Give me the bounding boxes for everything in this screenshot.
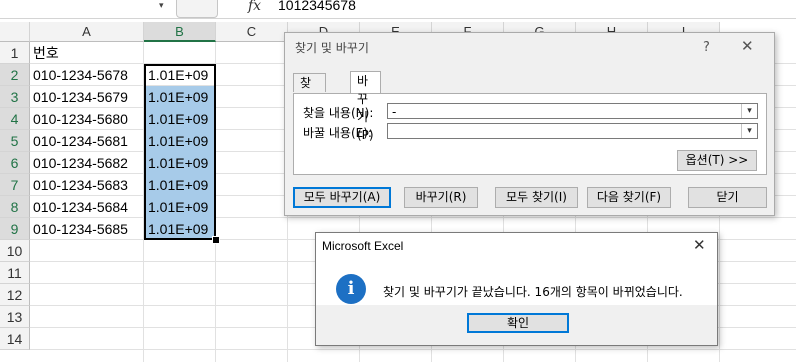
row-header[interactable]: 4 <box>0 108 30 130</box>
gridline <box>30 349 796 350</box>
replace-button[interactable]: 바꾸기(R) <box>404 187 478 208</box>
column-header-b[interactable]: B <box>144 22 216 42</box>
close-icon[interactable]: ✕ <box>693 236 706 254</box>
help-icon[interactable]: ? <box>703 40 710 55</box>
cell-a[interactable]: 010-1234-5678 <box>33 64 128 86</box>
cell-b[interactable] <box>146 42 216 64</box>
dialog-title: 찾기 및 바꾸기 <box>295 41 369 55</box>
row-header[interactable]: 8 <box>0 196 30 218</box>
cell-b[interactable]: 1.01E+09 <box>146 196 216 218</box>
cell-b[interactable] <box>146 262 216 284</box>
gridline <box>143 42 144 362</box>
find-what-input[interactable]: - ▾ <box>387 103 758 119</box>
cell-b[interactable]: 1.01E+09 <box>146 130 216 152</box>
cell-a[interactable]: 010-1234-5684 <box>33 196 128 218</box>
cell-b[interactable]: 1.01E+09 <box>146 218 216 240</box>
replace-with-input[interactable]: ▾ <box>387 123 758 139</box>
row-header[interactable]: 13 <box>0 306 30 328</box>
fill-handle[interactable] <box>212 236 220 244</box>
row-header[interactable]: 2 <box>0 64 30 86</box>
formula-input[interactable]: 1012345678 <box>278 0 356 13</box>
find-replace-dialog: 찾기 및 바꾸기 ? ✕ 찾기(D) 바꾸기(P) 찾을 내용(N): - ▾ … <box>284 32 775 216</box>
close-button[interactable]: 닫기 <box>688 187 767 208</box>
column-header-a[interactable]: A <box>30 22 144 42</box>
row-header[interactable]: 1 <box>0 42 30 64</box>
chevron-down-icon[interactable]: ▾ <box>741 104 757 118</box>
close-icon[interactable]: ✕ <box>741 37 754 55</box>
cell-a[interactable]: 010-1234-5679 <box>33 86 128 108</box>
find-next-button[interactable]: 다음 찾기(F) <box>587 187 671 208</box>
gridline <box>30 217 796 218</box>
formula-bar: ▾ fx 1012345678 <box>0 0 796 19</box>
name-box-dropdown-icon[interactable]: ▾ <box>159 1 164 11</box>
cell-b[interactable] <box>146 306 216 328</box>
cell-a[interactable]: 번호 <box>33 42 59 64</box>
cell-a[interactable]: 010-1234-5682 <box>33 152 128 174</box>
cell-a[interactable]: 010-1234-5683 <box>33 174 128 196</box>
cell-b[interactable]: 1.01E+09 <box>146 64 216 86</box>
column-header-c[interactable]: C <box>216 22 288 42</box>
cell-b[interactable] <box>146 328 216 350</box>
cell-a[interactable]: 010-1234-5685 <box>33 218 128 240</box>
cell-a[interactable]: 010-1234-5681 <box>33 130 128 152</box>
find-all-button[interactable]: 모두 찾기(I) <box>495 187 578 208</box>
ok-button[interactable]: 확인 <box>467 313 569 333</box>
cell-b[interactable]: 1.01E+09 <box>146 86 216 108</box>
find-what-value: - <box>392 105 397 119</box>
message-box-title: Microsoft Excel <box>322 239 404 253</box>
insert-function-icon[interactable]: fx <box>248 0 261 14</box>
cell-b[interactable]: 1.01E+09 <box>146 174 216 196</box>
row-header[interactable]: 11 <box>0 262 30 284</box>
replace-all-button[interactable]: 모두 바꾸기(A) <box>293 187 391 208</box>
row-header[interactable]: 6 <box>0 152 30 174</box>
row-header[interactable]: 5 <box>0 130 30 152</box>
cell-b[interactable] <box>146 240 216 262</box>
message-box: Microsoft Excel ✕ i 찾기 및 바꾸기가 끝났습니다. 16개… <box>315 232 718 346</box>
cell-b[interactable]: 1.01E+09 <box>146 152 216 174</box>
cell-a[interactable]: 010-1234-5680 <box>33 108 128 130</box>
row-header[interactable]: 10 <box>0 240 30 262</box>
select-all-corner[interactable] <box>0 22 30 42</box>
info-icon: i <box>336 274 366 304</box>
tab-replace[interactable]: 바꾸기(P) <box>350 71 381 142</box>
row-header[interactable]: 14 <box>0 328 30 350</box>
tab-find[interactable]: 찾기(D) <box>293 73 326 126</box>
row-header[interactable]: 12 <box>0 284 30 306</box>
message-box-footer: 확인 <box>316 305 717 345</box>
message-text: 찾기 및 바꾸기가 끝났습니다. 16개의 항목이 바뀌었습니다. <box>383 285 683 299</box>
formula-bar-buttons[interactable] <box>176 0 218 18</box>
row-header[interactable]: 3 <box>0 86 30 108</box>
cell-b[interactable] <box>146 284 216 306</box>
row-header[interactable]: 7 <box>0 174 30 196</box>
options-button[interactable]: 옵션(T) >> <box>677 150 757 171</box>
chevron-down-icon[interactable]: ▾ <box>741 124 757 138</box>
row-header[interactable]: 9 <box>0 218 30 240</box>
cell-b[interactable]: 1.01E+09 <box>146 108 216 130</box>
